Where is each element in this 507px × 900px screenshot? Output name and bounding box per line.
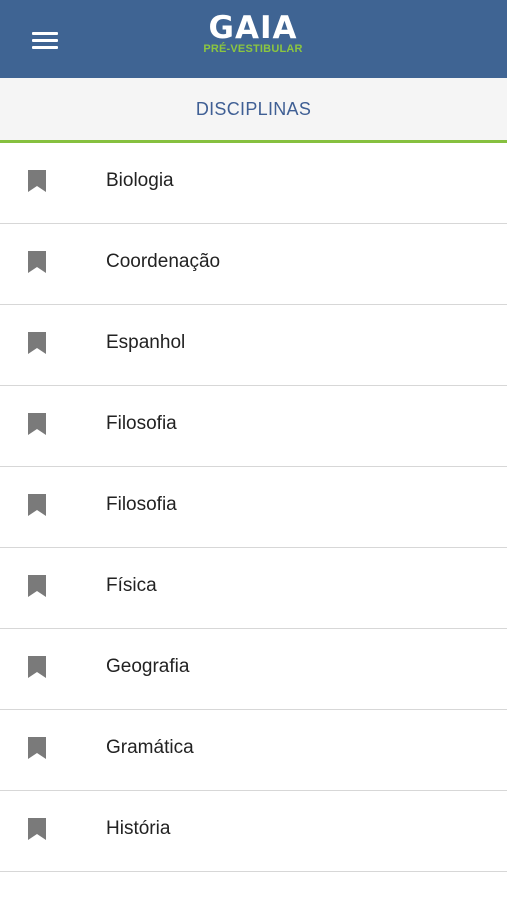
bookmark-icon [28,818,46,840]
list-item[interactable]: Filosofia [0,386,507,467]
list-item[interactable]: Biologia [0,143,507,224]
app-logo: GAIA PRÉ-VESTIBULAR [190,12,316,62]
bookmark-icon [28,656,46,678]
list-item-label: Biologia [106,170,174,191]
list-item-label: Filosofia [106,413,177,434]
menu-bar-line [32,32,58,35]
logo-main-text: GAIA [208,10,298,46]
bookmark-icon [28,494,46,516]
list-item-label: Espanhol [106,332,186,353]
list-item[interactable]: Coordenação [0,224,507,305]
menu-bar-line [32,39,58,42]
hamburger-menu-icon[interactable] [28,26,64,54]
bookmark-icon [28,332,46,354]
bookmark-icon [28,170,46,192]
list-item-label: Coordenação [106,251,221,272]
list-item-label: Gramática [106,737,194,758]
list-item[interactable]: Física [0,548,507,629]
bookmark-icon [28,413,46,435]
list-item-label: Geografia [106,656,190,677]
list-item-label: Física [106,575,157,596]
page-title: DISCIPLINAS [195,99,312,119]
list-item[interactable]: História [0,791,507,872]
app-bar: GAIA PRÉ-VESTIBULAR [0,0,507,78]
bookmark-icon [28,251,46,273]
list-item[interactable]: Filosofia [0,467,507,548]
section-header: DISCIPLINAS [0,78,507,143]
logo-sub-text: PRÉ-VESTIBULAR [203,43,303,55]
list-item[interactable]: Espanhol [0,305,507,386]
bookmark-icon [28,737,46,759]
list-item-label: História [106,818,171,839]
menu-bar-line [32,46,58,49]
list-item-label: Filosofia [106,494,177,515]
disciplines-list: Biologia Coordenação Espanhol Filosofia … [0,143,507,872]
list-item[interactable]: Gramática [0,710,507,791]
bookmark-icon [28,575,46,597]
list-item[interactable]: Geografia [0,629,507,710]
